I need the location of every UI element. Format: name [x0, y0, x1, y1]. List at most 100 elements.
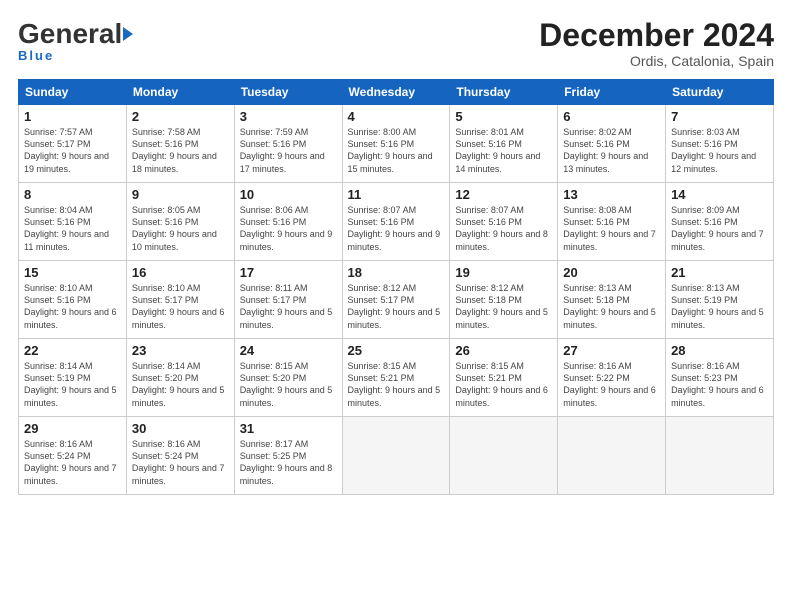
- day-number: 3: [240, 109, 337, 124]
- day-number: 31: [240, 421, 337, 436]
- day-number: 15: [24, 265, 121, 280]
- day-info: Sunrise: 8:07 AM Sunset: 5:16 PM Dayligh…: [348, 204, 445, 253]
- day-info: Sunrise: 8:10 AM Sunset: 5:17 PM Dayligh…: [132, 282, 229, 331]
- day-number: 27: [563, 343, 660, 358]
- table-row: 8 Sunrise: 8:04 AM Sunset: 5:16 PM Dayli…: [19, 183, 127, 261]
- day-info: Sunrise: 8:07 AM Sunset: 5:16 PM Dayligh…: [455, 204, 552, 253]
- calendar-week-row: 22 Sunrise: 8:14 AM Sunset: 5:19 PM Dayl…: [19, 339, 774, 417]
- table-row: 14 Sunrise: 8:09 AM Sunset: 5:16 PM Dayl…: [666, 183, 774, 261]
- day-number: 14: [671, 187, 768, 202]
- day-info: Sunrise: 8:03 AM Sunset: 5:16 PM Dayligh…: [671, 126, 768, 175]
- day-info: Sunrise: 8:16 AM Sunset: 5:24 PM Dayligh…: [24, 438, 121, 487]
- day-number: 22: [24, 343, 121, 358]
- table-row: 29 Sunrise: 8:16 AM Sunset: 5:24 PM Dayl…: [19, 417, 127, 495]
- day-number: 5: [455, 109, 552, 124]
- table-row: 27 Sunrise: 8:16 AM Sunset: 5:22 PM Dayl…: [558, 339, 666, 417]
- day-number: 2: [132, 109, 229, 124]
- col-saturday: Saturday: [666, 80, 774, 105]
- day-info: Sunrise: 8:14 AM Sunset: 5:19 PM Dayligh…: [24, 360, 121, 409]
- calendar-week-row: 1 Sunrise: 7:57 AM Sunset: 5:17 PM Dayli…: [19, 105, 774, 183]
- table-row: 13 Sunrise: 8:08 AM Sunset: 5:16 PM Dayl…: [558, 183, 666, 261]
- table-row: 2 Sunrise: 7:58 AM Sunset: 5:16 PM Dayli…: [126, 105, 234, 183]
- col-monday: Monday: [126, 80, 234, 105]
- day-number: 24: [240, 343, 337, 358]
- table-row: 1 Sunrise: 7:57 AM Sunset: 5:17 PM Dayli…: [19, 105, 127, 183]
- location: Ordis, Catalonia, Spain: [539, 53, 774, 69]
- table-row: 11 Sunrise: 8:07 AM Sunset: 5:16 PM Dayl…: [342, 183, 450, 261]
- table-row: 26 Sunrise: 8:15 AM Sunset: 5:21 PM Dayl…: [450, 339, 558, 417]
- table-row: 18 Sunrise: 8:12 AM Sunset: 5:17 PM Dayl…: [342, 261, 450, 339]
- day-info: Sunrise: 8:13 AM Sunset: 5:19 PM Dayligh…: [671, 282, 768, 331]
- table-row: [450, 417, 558, 495]
- table-row: 25 Sunrise: 8:15 AM Sunset: 5:21 PM Dayl…: [342, 339, 450, 417]
- table-row: 17 Sunrise: 8:11 AM Sunset: 5:17 PM Dayl…: [234, 261, 342, 339]
- table-row: 21 Sunrise: 8:13 AM Sunset: 5:19 PM Dayl…: [666, 261, 774, 339]
- logo: General Blue: [18, 18, 133, 63]
- day-number: 10: [240, 187, 337, 202]
- table-row: [342, 417, 450, 495]
- day-number: 30: [132, 421, 229, 436]
- table-row: 9 Sunrise: 8:05 AM Sunset: 5:16 PM Dayli…: [126, 183, 234, 261]
- day-info: Sunrise: 7:57 AM Sunset: 5:17 PM Dayligh…: [24, 126, 121, 175]
- day-number: 19: [455, 265, 552, 280]
- day-number: 17: [240, 265, 337, 280]
- day-number: 13: [563, 187, 660, 202]
- table-row: 28 Sunrise: 8:16 AM Sunset: 5:23 PM Dayl…: [666, 339, 774, 417]
- day-number: 21: [671, 265, 768, 280]
- day-number: 9: [132, 187, 229, 202]
- day-info: Sunrise: 8:05 AM Sunset: 5:16 PM Dayligh…: [132, 204, 229, 253]
- day-number: 7: [671, 109, 768, 124]
- logo-general: General: [18, 18, 122, 50]
- table-row: 15 Sunrise: 8:10 AM Sunset: 5:16 PM Dayl…: [19, 261, 127, 339]
- table-row: 19 Sunrise: 8:12 AM Sunset: 5:18 PM Dayl…: [450, 261, 558, 339]
- col-thursday: Thursday: [450, 80, 558, 105]
- table-row: 24 Sunrise: 8:15 AM Sunset: 5:20 PM Dayl…: [234, 339, 342, 417]
- day-info: Sunrise: 8:02 AM Sunset: 5:16 PM Dayligh…: [563, 126, 660, 175]
- table-row: 5 Sunrise: 8:01 AM Sunset: 5:16 PM Dayli…: [450, 105, 558, 183]
- day-info: Sunrise: 8:01 AM Sunset: 5:16 PM Dayligh…: [455, 126, 552, 175]
- col-wednesday: Wednesday: [342, 80, 450, 105]
- day-number: 12: [455, 187, 552, 202]
- day-number: 25: [348, 343, 445, 358]
- table-row: [666, 417, 774, 495]
- day-number: 20: [563, 265, 660, 280]
- calendar-page: General Blue December 2024 Ordis, Catalo…: [0, 0, 792, 612]
- day-number: 8: [24, 187, 121, 202]
- table-row: 12 Sunrise: 8:07 AM Sunset: 5:16 PM Dayl…: [450, 183, 558, 261]
- day-info: Sunrise: 8:16 AM Sunset: 5:22 PM Dayligh…: [563, 360, 660, 409]
- calendar-table: Sunday Monday Tuesday Wednesday Thursday…: [18, 79, 774, 495]
- day-number: 11: [348, 187, 445, 202]
- table-row: 16 Sunrise: 8:10 AM Sunset: 5:17 PM Dayl…: [126, 261, 234, 339]
- day-number: 18: [348, 265, 445, 280]
- table-row: 3 Sunrise: 7:59 AM Sunset: 5:16 PM Dayli…: [234, 105, 342, 183]
- col-sunday: Sunday: [19, 80, 127, 105]
- calendar-header-row: Sunday Monday Tuesday Wednesday Thursday…: [19, 80, 774, 105]
- calendar-week-row: 8 Sunrise: 8:04 AM Sunset: 5:16 PM Dayli…: [19, 183, 774, 261]
- day-number: 29: [24, 421, 121, 436]
- day-number: 23: [132, 343, 229, 358]
- logo-arrow-icon: [123, 27, 133, 41]
- day-number: 4: [348, 109, 445, 124]
- table-row: 31 Sunrise: 8:17 AM Sunset: 5:25 PM Dayl…: [234, 417, 342, 495]
- day-number: 16: [132, 265, 229, 280]
- day-info: Sunrise: 7:58 AM Sunset: 5:16 PM Dayligh…: [132, 126, 229, 175]
- table-row: 6 Sunrise: 8:02 AM Sunset: 5:16 PM Dayli…: [558, 105, 666, 183]
- col-friday: Friday: [558, 80, 666, 105]
- day-info: Sunrise: 8:04 AM Sunset: 5:16 PM Dayligh…: [24, 204, 121, 253]
- table-row: 7 Sunrise: 8:03 AM Sunset: 5:16 PM Dayli…: [666, 105, 774, 183]
- day-info: Sunrise: 8:10 AM Sunset: 5:16 PM Dayligh…: [24, 282, 121, 331]
- table-row: 23 Sunrise: 8:14 AM Sunset: 5:20 PM Dayl…: [126, 339, 234, 417]
- day-info: Sunrise: 8:13 AM Sunset: 5:18 PM Dayligh…: [563, 282, 660, 331]
- day-info: Sunrise: 8:14 AM Sunset: 5:20 PM Dayligh…: [132, 360, 229, 409]
- table-row: [558, 417, 666, 495]
- day-info: Sunrise: 8:00 AM Sunset: 5:16 PM Dayligh…: [348, 126, 445, 175]
- day-info: Sunrise: 8:09 AM Sunset: 5:16 PM Dayligh…: [671, 204, 768, 253]
- day-number: 1: [24, 109, 121, 124]
- day-info: Sunrise: 8:12 AM Sunset: 5:18 PM Dayligh…: [455, 282, 552, 331]
- day-info: Sunrise: 8:17 AM Sunset: 5:25 PM Dayligh…: [240, 438, 337, 487]
- day-number: 6: [563, 109, 660, 124]
- month-title: December 2024: [539, 18, 774, 53]
- calendar-week-row: 29 Sunrise: 8:16 AM Sunset: 5:24 PM Dayl…: [19, 417, 774, 495]
- table-row: 30 Sunrise: 8:16 AM Sunset: 5:24 PM Dayl…: [126, 417, 234, 495]
- day-info: Sunrise: 8:11 AM Sunset: 5:17 PM Dayligh…: [240, 282, 337, 331]
